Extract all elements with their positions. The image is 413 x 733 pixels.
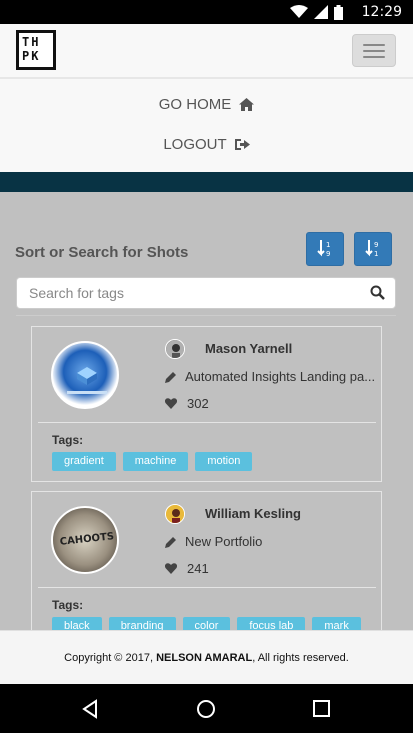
thumbnail-caption: CAHOOTS <box>59 531 115 548</box>
user-photo <box>166 505 184 523</box>
tags-label: Tags: <box>52 433 84 447</box>
svg-text:9: 9 <box>374 241 378 249</box>
home-icon <box>239 98 255 111</box>
svg-text:1: 1 <box>326 241 330 249</box>
battery-icon <box>334 4 343 20</box>
tag-badge[interactable]: black <box>52 617 102 630</box>
tag-badge[interactable]: branding <box>108 617 176 630</box>
hamburger-icon-bar <box>363 56 385 58</box>
divider <box>16 315 396 316</box>
recents-icon[interactable] <box>313 700 330 717</box>
copyright-author: NELSON AMARAL <box>156 652 253 664</box>
shot-title[interactable]: Automated Insights Landing pa... <box>185 369 375 384</box>
menu-toggle-button[interactable] <box>352 34 396 67</box>
tag-list: gradient machine motion <box>52 452 253 471</box>
user-photo <box>166 340 184 358</box>
tag-list: black branding color focus lab mark <box>52 617 361 630</box>
shot-card[interactable]: Mason Yarnell Automated Insights Landing… <box>31 326 382 482</box>
card-divider <box>38 422 376 423</box>
status-bar: 12:29 <box>0 0 413 24</box>
shot-card[interactable]: CAHOOTS William Kesling New Portfolio 24… <box>31 491 382 630</box>
sort-title: Sort or Search for Shots <box>15 244 189 261</box>
tag-badge[interactable]: gradient <box>52 452 116 471</box>
search-input[interactable] <box>17 278 357 308</box>
status-time: 12:29 <box>361 4 402 20</box>
search-icon[interactable] <box>370 285 385 300</box>
heart-icon <box>165 563 177 574</box>
sort-numeric-asc-icon: 1 9 <box>317 240 330 258</box>
logout-link[interactable]: LOGOUT <box>0 136 413 153</box>
heart-icon <box>165 398 177 409</box>
home-button-icon[interactable] <box>196 699 216 719</box>
avatar[interactable] <box>165 339 185 359</box>
signal-icon <box>314 5 328 19</box>
back-icon[interactable] <box>81 699 99 719</box>
shot-title[interactable]: New Portfolio <box>185 534 262 549</box>
hamburger-icon <box>363 44 385 46</box>
page-footer: Copyright © 2017, NELSON AMARAL, All rig… <box>0 630 413 684</box>
status-icons <box>290 4 343 20</box>
wifi-icon <box>290 5 308 18</box>
system-nav-bar <box>0 684 413 733</box>
tag-badge[interactable]: mark <box>312 617 361 630</box>
sort-numeric-desc-icon: 9 1 <box>365 240 378 258</box>
navbar: TH PK <box>0 24 413 78</box>
copyright-suffix: , All rights reserved. <box>252 652 349 664</box>
avatar[interactable] <box>165 504 185 524</box>
card-divider <box>38 587 376 588</box>
header-band <box>0 172 413 192</box>
tag-badge[interactable]: motion <box>195 452 253 471</box>
pencil-icon <box>165 537 176 548</box>
shots-panel: Sort or Search for Shots 1 9 9 1 Search … <box>0 192 413 630</box>
svg-text:1: 1 <box>374 250 378 258</box>
tag-badge[interactable]: machine <box>122 452 189 471</box>
tag-search <box>16 277 396 309</box>
hamburger-icon-bar <box>363 50 385 52</box>
svg-text:9: 9 <box>326 250 330 258</box>
sort-asc-button[interactable]: 1 9 <box>306 232 344 266</box>
shot-image <box>67 367 107 394</box>
go-home-link[interactable]: GO HOME <box>0 96 413 113</box>
nav-menu: GO HOME LOGOUT <box>0 78 413 172</box>
tag-badge[interactable]: focus lab <box>237 617 306 630</box>
go-home-label: GO HOME <box>158 96 232 113</box>
shot-likes: 302 <box>187 396 209 411</box>
sort-desc-button[interactable]: 9 1 <box>354 232 392 266</box>
shot-thumbnail[interactable]: CAHOOTS <box>51 506 119 574</box>
shot-author[interactable]: Mason Yarnell <box>205 341 292 356</box>
copyright-prefix: Copyright © 2017, <box>64 652 153 664</box>
pencil-icon <box>165 372 176 383</box>
tag-badge[interactable]: color <box>182 617 231 630</box>
shot-thumbnail[interactable] <box>51 341 119 409</box>
sign-out-icon <box>234 139 250 150</box>
shot-author[interactable]: William Kesling <box>205 506 301 521</box>
logout-label: LOGOUT <box>163 136 227 153</box>
shot-likes: 241 <box>187 561 209 576</box>
tags-label: Tags: <box>52 598 84 612</box>
site-logo[interactable]: TH PK <box>16 30 56 70</box>
